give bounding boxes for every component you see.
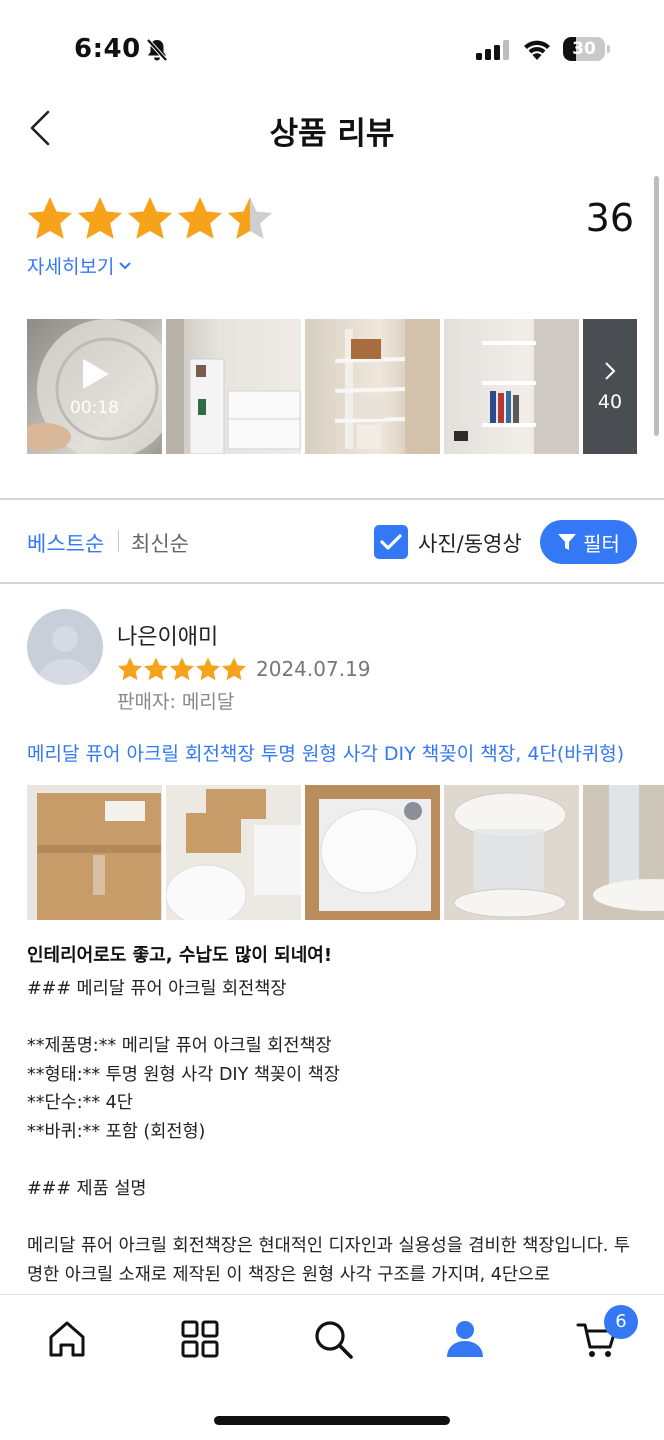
reviewer-name: 나은이애미 — [117, 625, 219, 650]
divider — [0, 498, 664, 500]
play-icon — [83, 359, 109, 389]
box-photo — [305, 785, 440, 920]
box-photo — [27, 785, 162, 920]
header: 상품 리뷰 — [0, 96, 664, 160]
review-photo[interactable] — [583, 785, 664, 920]
checkmark-icon — [380, 534, 402, 550]
review-date: 2024.07.19 — [256, 657, 371, 681]
wifi-icon — [524, 40, 550, 60]
review-photo[interactable] — [444, 785, 579, 920]
home-indicator — [214, 1416, 450, 1425]
status-time: 6:40 — [74, 34, 141, 64]
sort-newest-button[interactable]: 최신순 — [131, 528, 189, 558]
review-photo[interactable] — [305, 785, 440, 920]
sort-best-button[interactable]: 베스트순 — [27, 528, 104, 558]
cart-count-badge: 6 — [604, 1305, 638, 1339]
my-page-user-icon[interactable] — [443, 1317, 487, 1361]
review-count: 36 — [585, 196, 634, 240]
review-media-strip: 00:18 40 — [27, 319, 637, 454]
more-photos-count: 40 — [597, 390, 623, 413]
detail-link[interactable]: 자세히보기 — [27, 252, 132, 279]
review-photos — [27, 785, 664, 920]
bookshelf-photo — [166, 319, 301, 454]
video-thumbnail[interactable]: 00:18 — [27, 319, 162, 454]
box-photo — [166, 785, 301, 920]
chevron-right-icon — [605, 361, 616, 380]
home-icon[interactable] — [45, 1317, 89, 1361]
review-photo[interactable] — [166, 785, 301, 920]
battery-tip — [607, 45, 610, 53]
review-body: ### 메리달 퓨어 아크릴 회전책장 **제품명:** 메리달 퓨어 아크릴 … — [27, 979, 631, 1285]
photo-video-label: 사진/동영상 — [418, 532, 522, 556]
more-photos-button[interactable]: 40 — [583, 319, 637, 454]
average-rating-stars — [26, 192, 276, 242]
scrollbar[interactable] — [654, 176, 659, 436]
chevron-down-icon — [119, 261, 132, 269]
bell-slash-icon — [146, 38, 168, 62]
photo-thumbnail[interactable] — [305, 319, 440, 454]
product-option-link[interactable]: 메리달 퓨어 아크릴 회전책장 투명 원형 사각 DIY 책꽂이 책장, 4단(… — [27, 739, 624, 766]
shelf-part-photo — [444, 785, 579, 920]
photo-video-checkbox[interactable] — [374, 525, 408, 559]
status-bar: 6:40 30 — [0, 0, 664, 96]
photo-thumbnail[interactable] — [166, 319, 301, 454]
battery-level: 30 — [572, 39, 596, 59]
detail-link-label: 자세히보기 — [27, 256, 115, 278]
funnel-icon — [558, 534, 577, 550]
page-title: 상품 리뷰 — [269, 116, 395, 152]
review-rating-stars-icon — [118, 657, 246, 681]
seller-name: 판매자: 메리달 — [117, 691, 235, 713]
search-icon[interactable] — [311, 1317, 355, 1361]
category-grid-icon[interactable] — [178, 1317, 222, 1361]
avatar — [27, 609, 103, 685]
bookshelf-photo — [334, 319, 440, 454]
review-photo[interactable] — [27, 785, 162, 920]
filter-button[interactable]: 필터 — [540, 520, 637, 564]
shelf-part-photo — [583, 785, 664, 920]
sort-separator — [118, 530, 119, 552]
user-silhouette-icon — [39, 626, 91, 685]
bookshelf-photo — [454, 319, 579, 454]
photo-thumbnail[interactable] — [444, 319, 579, 454]
cellular-signal-icon — [476, 40, 509, 60]
filter-label: 필터 — [583, 531, 620, 556]
divider — [0, 582, 664, 584]
rating-stars-icon — [28, 197, 272, 239]
sort-filter-bar: 베스트순 최신순 사진/동영상 필터 — [0, 520, 664, 566]
video-duration: 00:18 — [70, 398, 119, 418]
review-title: 인테리어로도 좋고, 수납도 많이 되네여! — [27, 945, 333, 966]
battery-icon: 30 — [563, 37, 605, 61]
